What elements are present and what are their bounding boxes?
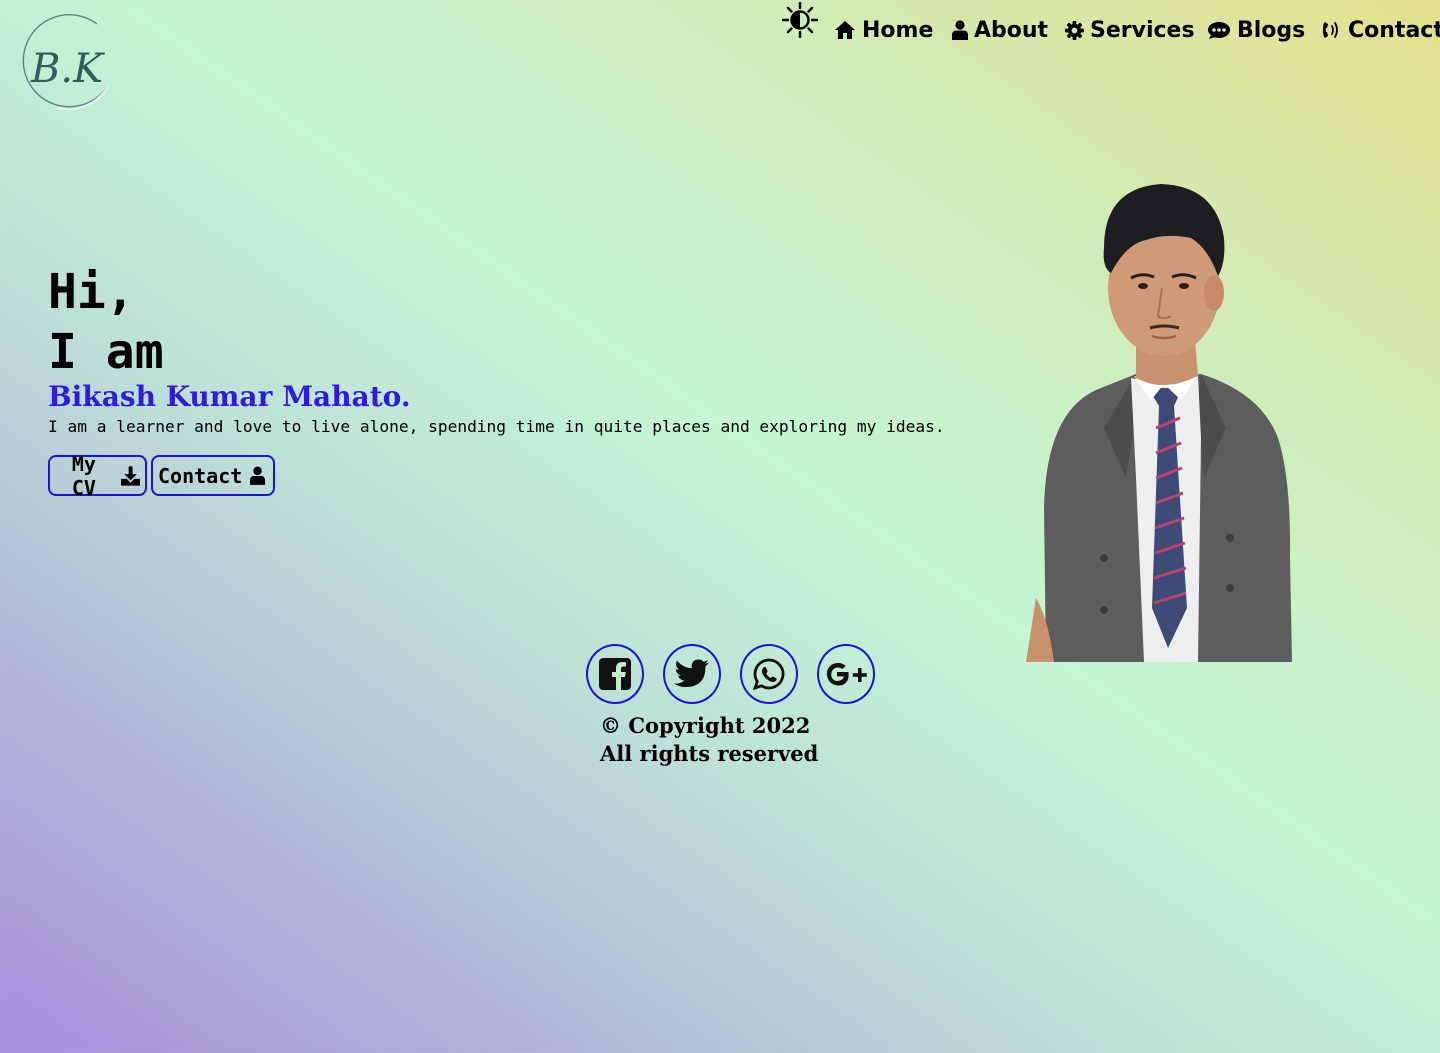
- nav-about[interactable]: About: [952, 14, 1048, 46]
- nav-about-label: About: [974, 17, 1049, 43]
- home-icon: [835, 21, 855, 39]
- hero-greeting-line2: I am: [48, 324, 164, 380]
- nav-home-label: Home: [862, 17, 934, 43]
- phone-volume-icon: [1323, 22, 1338, 38]
- nav-services-label: Services: [1090, 17, 1195, 43]
- contact-button[interactable]: Contact: [151, 455, 275, 496]
- user-icon: [952, 20, 968, 40]
- nav-contact[interactable]: Contact: [1322, 14, 1440, 46]
- copyright-footer: © Copyright 2022 All rights reserved: [600, 712, 818, 768]
- my-cv-button[interactable]: My CV: [48, 452, 147, 500]
- hero-greeting-line1: Hi,: [48, 264, 135, 320]
- logo[interactable]: B.K: [17, 14, 115, 112]
- copyright-line: © Copyright 2022: [600, 712, 818, 740]
- contact-button-label: Contact: [158, 463, 243, 488]
- nav-services[interactable]: Services: [1065, 14, 1195, 46]
- comment-dots-icon: [1208, 22, 1230, 39]
- hero-name: Bikash Kumar Mahato.: [48, 380, 411, 413]
- nav-home[interactable]: Home: [834, 14, 933, 46]
- download-icon: [120, 465, 140, 486]
- my-cv-button-label: My CV: [71, 451, 96, 500]
- google-plus-icon: [826, 663, 867, 686]
- gear-icon: [1065, 20, 1084, 40]
- whatsapp-icon: [753, 658, 785, 690]
- user-icon: [250, 466, 266, 485]
- nav-blogs[interactable]: Blogs: [1207, 14, 1305, 46]
- twitter-link[interactable]: [663, 644, 721, 704]
- nav-contact-label: Contact: [1348, 17, 1440, 43]
- theme-toggle-icon[interactable]: [782, 2, 818, 38]
- profile-photo: [1026, 184, 1292, 662]
- twitter-icon: [674, 659, 709, 687]
- copyright-text: Copyright 2022: [628, 713, 811, 738]
- facebook-link[interactable]: [586, 644, 644, 704]
- google-plus-link[interactable]: [817, 644, 875, 704]
- logo-text: B.K: [30, 46, 105, 92]
- facebook-icon: [599, 658, 631, 690]
- rights-text: All rights reserved: [600, 741, 819, 766]
- hero-description: I am a learner and love to live alone, s…: [48, 417, 945, 436]
- hero-greeting: Hi, I am: [48, 262, 164, 382]
- copyright-symbol: ©: [600, 713, 621, 738]
- whatsapp-link[interactable]: [740, 644, 798, 704]
- nav-blogs-label: Blogs: [1237, 17, 1306, 43]
